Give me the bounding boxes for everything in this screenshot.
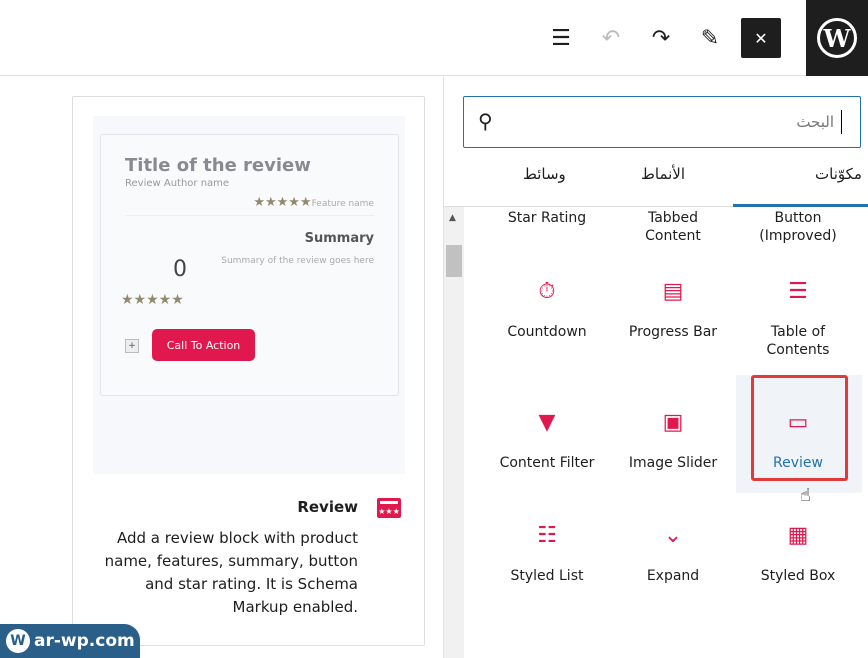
block-content-filter[interactable]: ▼ Content Filter [487,410,607,472]
block-progress-bar[interactable]: ▤ Progress Bar [613,279,733,341]
search-placeholder: البحث [796,113,834,131]
summary-title: Summary [304,231,374,246]
svg-text:★★★: ★★★ [378,507,400,516]
block-info-title: Review [297,498,358,516]
progress-bar-icon: ▤ [662,279,684,304]
scrollbar-thumb[interactable] [446,245,462,277]
pencil-icon: ✎ [700,25,720,51]
block-grid: Star Rating Tabbed Content Button (Impro… [464,207,868,658]
review-title: Title of the review [125,155,311,176]
search-icon: ⚲ [478,109,493,133]
image-slider-icon: ▣ [662,410,684,435]
review-author: Review Author name [125,178,230,189]
block-countdown[interactable]: ⏱ Countdown [487,279,607,341]
block-info-description: Add a review block with product name, fe… [104,529,358,616]
styled-list-icon: ☷ [537,523,557,548]
redo-button[interactable]: ↷ [641,18,681,58]
block-button-improved[interactable]: Button (Improved) [738,209,858,245]
block-star-rating[interactable]: Star Rating [487,209,607,227]
call-to-action-button: Call To Action [152,329,255,361]
text-caret [841,110,842,134]
redo-icon: ↷ [651,25,671,51]
review-block: Title of the review Review Author name ★… [100,134,399,396]
undo-button[interactable]: ↶ [591,18,631,58]
tab-patterns[interactable]: الأنماط [641,165,685,183]
tab-blocks[interactable]: مكوّنات [815,165,862,183]
wordpress-logo-button[interactable]: W [806,0,868,76]
wordpress-icon: W [817,18,857,58]
star-icons: ★★★★★ [253,195,312,210]
review-icon: ★★★ [377,498,401,518]
review-score: 0 [173,257,187,282]
list-view-icon: ☰ [551,25,571,51]
scrollbar[interactable]: ▲ [444,207,464,658]
expand-icon: ⌄ [663,523,683,548]
close-icon: ✕ [754,28,768,48]
block-styled-list[interactable]: ☷ Styled List [487,523,607,585]
block-image-slider[interactable]: ▣ Image Slider [613,410,733,472]
list-view-button[interactable]: ☰ [541,18,581,58]
close-inserter-button[interactable]: ✕ [741,18,781,58]
table-of-contents-icon: ☰ [788,279,808,304]
overall-star-icons: ★★★★★ [121,292,184,308]
logo-icon: W [6,629,30,653]
hand-cursor-icon: ☝ [800,485,811,506]
editor-topbar: ☰ ↶ ↷ ✎ ✕ W [0,0,868,76]
tools-button[interactable]: ✎ [690,18,730,58]
undo-icon: ↶ [601,25,621,51]
block-expand[interactable]: ⌄ Expand [613,523,733,585]
styled-box-icon: ▦ [787,523,809,548]
filter-icon: ▼ [538,410,556,435]
feature-name: Feature name [311,199,374,209]
countdown-icon: ⏱ [538,279,556,304]
watermark-logo: War-wp.com [0,624,140,658]
review-preview: Title of the review Review Author name ★… [93,116,405,474]
tab-media[interactable]: وسائط [523,165,566,183]
block-preview-panel: Title of the review Review Author name ★… [0,77,444,658]
summary-description: Summary of the review goes here [221,256,374,266]
divider [125,215,374,216]
block-styled-box[interactable]: ▦ Styled Box [738,523,858,585]
preview-card: Title of the review Review Author name ★… [72,96,425,646]
block-review[interactable]: ▭ Review [738,410,858,472]
block-search-input[interactable]: البحث ⚲ [463,96,861,148]
feature-row: ★★★★★Feature name [253,195,374,210]
review-icon: ▭ [787,410,809,435]
block-table-of-contents[interactable]: ☰ Table of Contents [738,279,858,359]
scroll-up-icon[interactable]: ▲ [449,213,456,223]
block-tabbed-content[interactable]: Tabbed Content [613,209,733,245]
add-icon: + [125,339,139,353]
